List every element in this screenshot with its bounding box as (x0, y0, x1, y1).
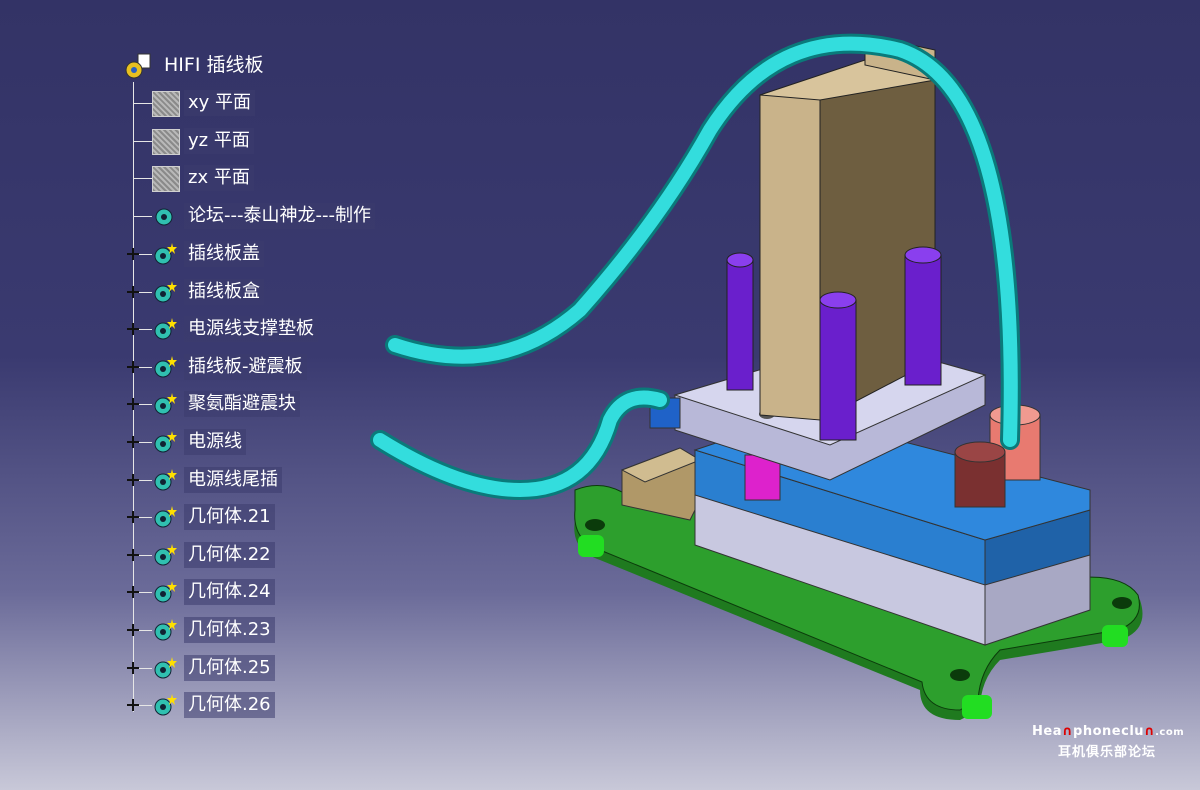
tree-item-label[interactable]: 几何体.23 (184, 617, 275, 643)
watermark-middle: phoneclu (1073, 724, 1145, 739)
tree-item-label[interactable]: 几何体.21 (184, 504, 275, 530)
body-gear-icon (154, 506, 177, 528)
expand-icon-vertical (132, 436, 134, 448)
body-gear-icon (154, 356, 177, 378)
body-gear-icon (154, 243, 177, 265)
3d-viewport[interactable]: HIFI 插线板 xy 平面 yz 平面 zx 平面 论坛---泰山神龙---制… (0, 0, 1200, 790)
tree-item-label[interactable]: 论坛---泰山神龙---制作 (184, 203, 375, 229)
watermark-forum-name: 耳机俱乐部论坛 (1057, 745, 1156, 760)
part-icon (125, 53, 151, 79)
expand-icon-vertical (132, 474, 134, 486)
tree-branch-line (134, 141, 152, 142)
tree-item-label[interactable]: 电源线支撑垫板 (184, 316, 318, 342)
specification-tree[interactable]: HIFI 插线板 xy 平面 yz 平面 zx 平面 论坛---泰山神龙---制… (120, 48, 420, 728)
tree-item-label[interactable]: 几何体.25 (184, 655, 275, 681)
tree-root-label[interactable]: HIFI 插线板 (160, 52, 267, 78)
tree-item-label[interactable]: 几何体.22 (184, 542, 275, 568)
tree-item-label[interactable]: 电源线尾插 (184, 467, 282, 493)
body-gear-icon (154, 318, 177, 340)
body-gear-icon (155, 208, 173, 226)
body-gear-icon (154, 281, 177, 303)
body-gear-icon (154, 544, 177, 566)
body-gear-icon (154, 694, 177, 716)
body-gear-icon (154, 619, 177, 641)
plane-icon (152, 91, 180, 117)
tree-trunk-line (133, 82, 134, 712)
expand-icon-vertical (132, 286, 134, 298)
tree-item-label[interactable]: zx 平面 (184, 165, 254, 191)
tree-item-label[interactable]: 插线板盖 (184, 241, 264, 267)
expand-icon-vertical (132, 361, 134, 373)
tree-item-label[interactable]: yz 平面 (184, 128, 254, 154)
expand-icon-vertical (132, 662, 134, 674)
watermark-site: Hea∩phoneclu∩.com (1032, 724, 1185, 739)
body-gear-icon (154, 469, 177, 491)
watermark-logo: Hea∩phoneclu∩.com 耳机俱乐部论坛 (1032, 724, 1185, 784)
watermark-suffix: .com (1155, 727, 1185, 738)
expand-icon-vertical (132, 586, 134, 598)
expand-icon-vertical (132, 511, 134, 523)
body-gear-icon (154, 657, 177, 679)
3d-model[interactable] (360, 20, 1160, 730)
tree-item-label[interactable]: 插线板-避震板 (184, 354, 307, 380)
tree-branch-line (134, 178, 152, 179)
body-gear-icon (154, 393, 177, 415)
tree-item-label[interactable]: 插线板盒 (184, 279, 264, 305)
expand-icon-vertical (132, 549, 134, 561)
body-gear-icon (154, 431, 177, 453)
tree-branch-line (134, 103, 152, 104)
tree-item-label[interactable]: 几何体.26 (184, 692, 275, 718)
body-gear-icon (154, 581, 177, 603)
expand-icon-vertical (132, 699, 134, 711)
tree-item-label[interactable]: 几何体.24 (184, 579, 275, 605)
expand-icon-vertical (132, 398, 134, 410)
tree-item-label[interactable]: 电源线 (184, 429, 246, 455)
tree-item-label[interactable]: 聚氨酯避震块 (184, 391, 300, 417)
tree-branch-line (134, 216, 152, 217)
tree-item-label[interactable]: xy 平面 (184, 90, 256, 116)
plane-icon (152, 166, 180, 192)
headphone-icon: ∩ (1061, 724, 1074, 739)
headphone-icon: ∩ (1144, 724, 1156, 739)
expand-icon-vertical (132, 248, 134, 260)
plane-icon (152, 129, 180, 155)
expand-icon-vertical (132, 624, 134, 636)
expand-icon-vertical (132, 323, 134, 335)
watermark-prefix: Hea (1032, 724, 1062, 739)
